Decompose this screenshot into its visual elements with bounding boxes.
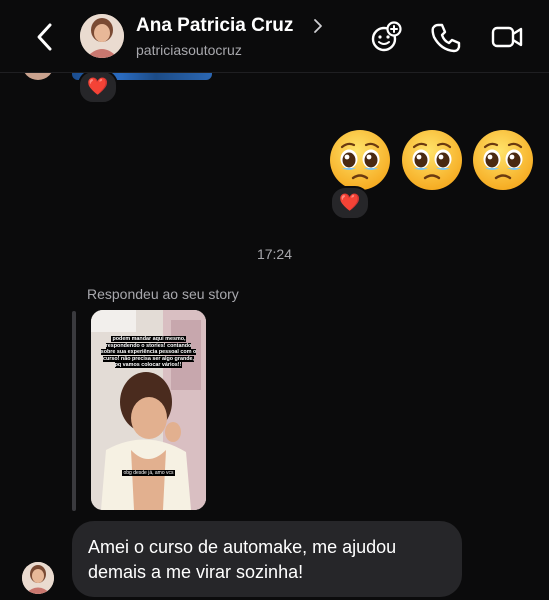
pleading-face-emoji [328, 128, 392, 192]
phone-icon[interactable] [429, 20, 463, 54]
heart-reaction[interactable]: ❤️ [78, 70, 118, 104]
story-bottom-text: obg desde já, amo vcs [122, 470, 175, 476]
message-text: Amei o curso de automake, me ajudou dema… [88, 537, 397, 582]
back-icon[interactable] [30, 20, 60, 54]
chat-header: Ana Patricia Cruz patriciasoutocruz [0, 0, 549, 73]
message-bubble[interactable]: Amei o curso de automake, me ajudou dema… [72, 521, 462, 597]
effects-icon[interactable] [369, 20, 403, 54]
video-icon[interactable] [490, 20, 524, 54]
heart-reaction[interactable]: ❤️ [330, 186, 370, 220]
chevron-right-icon[interactable] [312, 17, 324, 35]
avatar[interactable] [80, 14, 124, 58]
story-thumbnail[interactable]: podem mandar aqui mesmo, respondendo o s… [91, 310, 206, 510]
timestamp: 17:24 [256, 246, 293, 262]
contact-name[interactable]: Ana Patricia Cruz [136, 15, 293, 37]
contact-username[interactable]: patriciasoutocruz [136, 42, 242, 58]
reply-bar [72, 311, 76, 511]
pleading-face-emoji [400, 128, 464, 192]
story-reply-label: Respondeu ao seu story [87, 286, 239, 302]
pleading-face-emoji [471, 128, 535, 192]
avatar[interactable] [22, 562, 54, 594]
story-caption: podem mandar aqui mesmo, respondendo o s… [100, 336, 197, 368]
